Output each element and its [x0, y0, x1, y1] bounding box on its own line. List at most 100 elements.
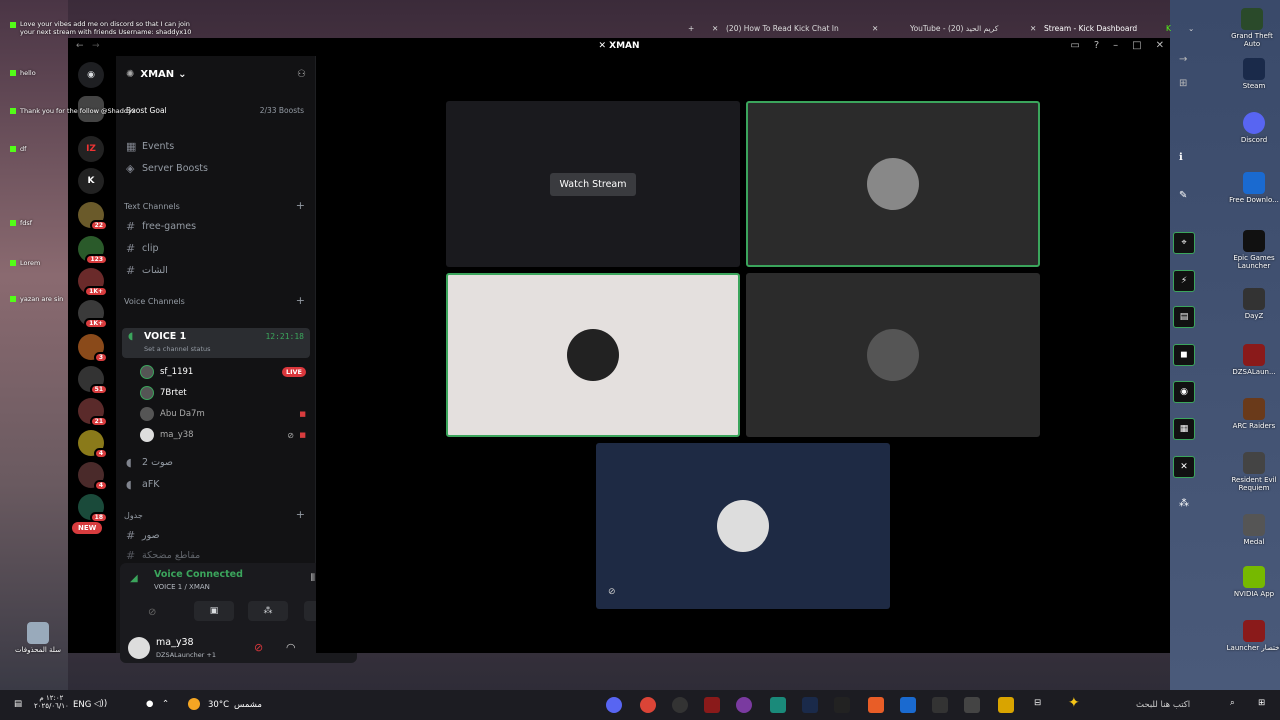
sparkle-icon[interactable]: ✦ — [1068, 695, 1080, 711]
clock[interactable]: ١٢:٠٢ م ٢٠٢٥/٠٦/١٠ — [34, 694, 69, 710]
user-tile[interactable] — [446, 273, 740, 437]
user-tile[interactable] — [746, 101, 1040, 267]
desktop-icon-arc[interactable]: ARC Raiders — [1226, 398, 1280, 430]
obs-taskbar-icon[interactable] — [672, 697, 688, 713]
server-icon[interactable]: 51 — [78, 366, 108, 395]
desktop-icon-recycle-bin[interactable]: سلة المحذوفات — [10, 622, 66, 654]
desktop-icon-re[interactable]: Resident Evil Requiem — [1226, 452, 1280, 492]
channel-status[interactable]: Set a channel status — [144, 345, 211, 353]
noise-suppression-icon[interactable]: ⦀ — [311, 573, 315, 584]
desktop-icon-discord[interactable]: Discord — [1226, 112, 1280, 144]
arrow-right-icon[interactable]: → — [1179, 54, 1187, 65]
search-icon[interactable]: ⌕ — [1230, 698, 1235, 708]
maximize-icon[interactable]: □ — [1132, 40, 1141, 51]
channel-images[interactable]: # صور — [122, 525, 310, 545]
server-icon[interactable]: K — [78, 168, 104, 194]
server-boosts-item[interactable]: ◈ Server Boosts — [122, 158, 310, 178]
browser-tab[interactable]: YouTube - كريم الحيد (20) — [910, 24, 998, 38]
chevron-up-icon[interactable]: ⌃ — [162, 699, 169, 709]
windows-start-icon[interactable]: ⊞ — [1258, 698, 1265, 708]
chevron-down-icon[interactable]: ⌄ — [1188, 24, 1194, 38]
desktop-icon-launcher[interactable]: Launcher اختصار — [1226, 620, 1280, 652]
server-icon[interactable]: 4 — [78, 430, 108, 459]
watch-stream-button[interactable]: Watch Stream — [549, 172, 637, 196]
help-icon[interactable]: ? — [1094, 40, 1099, 51]
tool-button[interactable]: ◼ — [1173, 344, 1195, 366]
mic-muted-icon[interactable]: ⊘ — [254, 641, 263, 654]
desktop-icon-fdm[interactable]: Free Downlo... — [1226, 172, 1280, 204]
voice-user[interactable]: ma_y38 ⊘ ■ — [140, 425, 310, 445]
browser-tab-active[interactable]: Stream - Kick Dashboard — [1044, 24, 1137, 38]
server-icon[interactable]: 21 — [78, 398, 108, 427]
voice-channel-path[interactable]: VOICE 1 / XMAN — [154, 583, 210, 591]
tool-button[interactable]: ✕ — [1173, 456, 1195, 478]
app-taskbar-icon[interactable] — [932, 697, 948, 713]
tool-button[interactable]: ⌖ — [1173, 232, 1195, 254]
tool-button[interactable]: ▦ — [1173, 418, 1195, 440]
close-icon[interactable]: ✕ — [1030, 24, 1036, 38]
desktop-icon-dayz[interactable]: DayZ — [1226, 288, 1280, 320]
category-text-channels[interactable]: Text Channels — [124, 202, 180, 211]
inbox-icon[interactable]: ▭ — [1070, 40, 1079, 51]
headphones-icon[interactable]: ◠ — [286, 641, 296, 654]
stream-tile[interactable]: Watch Stream — [446, 101, 740, 267]
add-channel-icon[interactable]: + — [296, 294, 305, 307]
server-icon[interactable]: 18 — [78, 494, 108, 523]
channel-funny-clips[interactable]: # مقاطع مضحكة — [122, 545, 310, 565]
user-tile[interactable]: ⊘ — [596, 443, 890, 609]
minimize-icon[interactable]: – — [1113, 40, 1118, 51]
language-indicator[interactable]: ENG — [73, 700, 91, 710]
tool-button[interactable]: ◉ — [1173, 381, 1195, 403]
discord-taskbar-icon[interactable] — [606, 697, 622, 713]
current-username[interactable]: ma_y38 — [156, 637, 194, 648]
task-view-icon[interactable]: ⊟ — [1034, 698, 1041, 708]
voice-channel-active[interactable]: ◖ VOICE 1 12:21:18 Set a channel status — [122, 328, 310, 358]
search-input[interactable]: اكتب هنا للبحث — [1136, 700, 1190, 710]
camera-off-icon[interactable]: ⊘ — [148, 607, 156, 618]
desktop-icon-gta[interactable]: Grand Theft Auto — [1224, 8, 1280, 48]
invite-icon[interactable]: ⚇ — [297, 69, 306, 80]
info-icon[interactable]: ℹ — [1179, 152, 1183, 163]
new-tab-icon[interactable]: + — [688, 24, 694, 38]
desktop-icon-medal[interactable]: Medal — [1226, 514, 1280, 546]
chrome-taskbar-icon[interactable] — [640, 697, 656, 713]
add-channel-icon[interactable]: + — [296, 508, 305, 521]
share-icon[interactable]: ⁂ — [1179, 498, 1189, 509]
voice-user[interactable]: Abu Da7m ■ — [140, 404, 310, 424]
server-icon[interactable]: 1K+ — [78, 300, 108, 329]
screen-share-icon[interactable]: ▣ — [194, 601, 234, 621]
channel-clip[interactable]: # clip — [122, 238, 310, 258]
dzsa-taskbar-icon[interactable] — [704, 697, 720, 713]
edit-icon[interactable]: ✎ — [1179, 190, 1187, 201]
twitch-taskbar-icon[interactable] — [736, 697, 752, 713]
voice-channel-afk[interactable]: ◖ aFK — [122, 474, 310, 494]
app-taskbar-icon[interactable] — [900, 697, 916, 713]
desktop-icon-steam[interactable]: Steam — [1226, 58, 1280, 90]
store-taskbar-icon[interactable] — [964, 697, 980, 713]
medal-taskbar-icon[interactable] — [834, 697, 850, 713]
app-taskbar-icon[interactable] — [868, 697, 884, 713]
notification-icon[interactable]: ▤ — [14, 699, 22, 709]
voice-channel[interactable]: ◖ صوت 2 — [122, 452, 310, 472]
server-icon[interactable]: 3 — [78, 334, 108, 363]
weather-desc[interactable]: مشمس — [234, 700, 262, 710]
voice-user[interactable]: sf_1191 LIVE — [140, 362, 310, 382]
desktop-icon-dzsa[interactable]: DZSALaun... — [1226, 344, 1280, 376]
app-taskbar-icon[interactable] — [770, 697, 786, 713]
server-icon[interactable]: 4 — [78, 462, 108, 491]
volume-icon[interactable]: ◁)) — [94, 699, 107, 709]
file-explorer-icon[interactable] — [998, 697, 1014, 713]
desktop-icon-nvidia[interactable]: NVIDIA App — [1226, 566, 1280, 598]
desktop-icon-epic[interactable]: Epic Games Launcher — [1226, 230, 1280, 270]
weather-temp[interactable]: 30°C — [208, 700, 229, 710]
mic-icon[interactable]: ● — [146, 699, 153, 709]
close-icon[interactable]: ✕ — [712, 24, 718, 38]
tool-button[interactable]: ▤ — [1173, 306, 1195, 328]
user-tile[interactable] — [746, 273, 1040, 437]
steam-taskbar-icon[interactable] — [802, 697, 818, 713]
voice-user[interactable]: 7Brtet — [140, 383, 310, 403]
browser-tab[interactable]: (20) How To Read Kick Chat In — [726, 24, 839, 38]
close-icon[interactable]: ✕ — [872, 24, 878, 38]
tool-button[interactable]: ⚡ — [1173, 270, 1195, 292]
voice-status[interactable]: Voice Connected — [154, 569, 243, 580]
